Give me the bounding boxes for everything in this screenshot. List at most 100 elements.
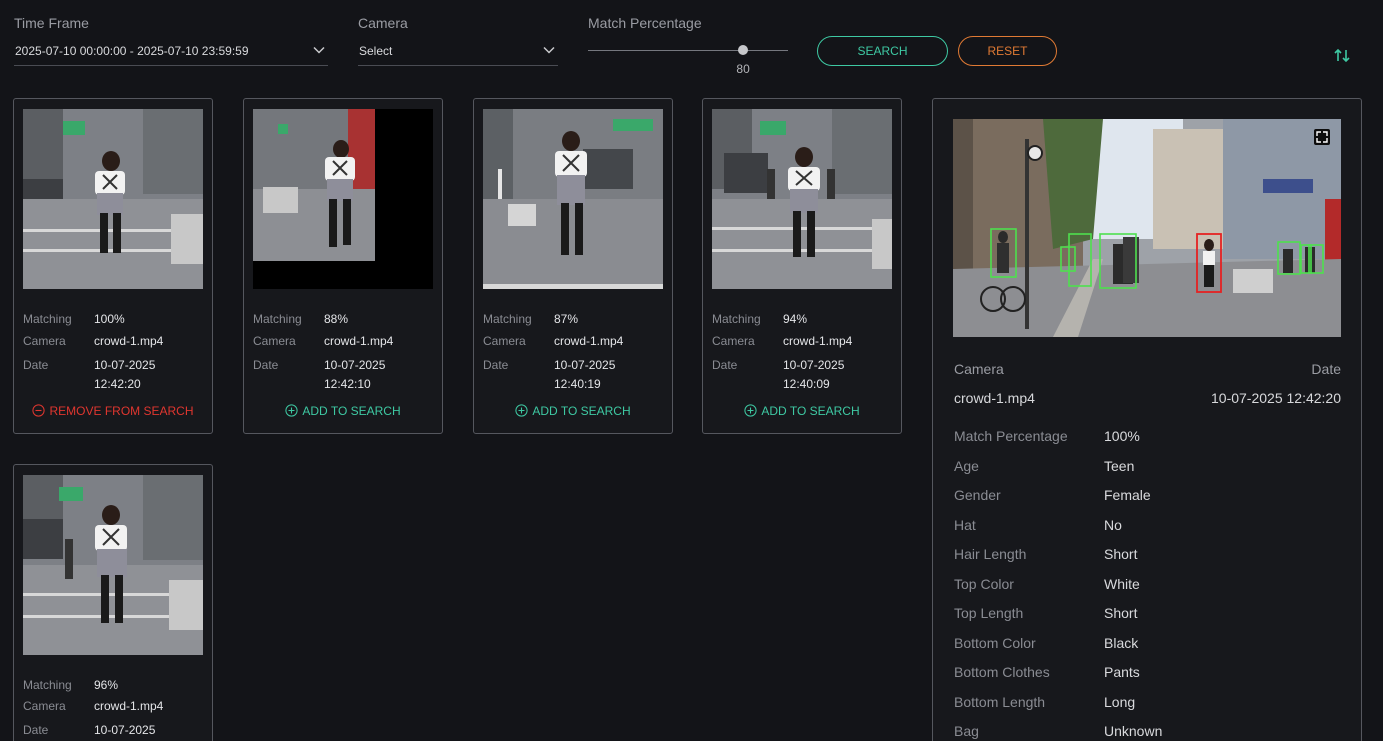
camera-select[interactable]: Select <box>358 40 558 66</box>
add-to-search-button[interactable]: ADD TO SEARCH <box>244 404 442 418</box>
attribute-label: Top Color <box>954 576 1014 592</box>
detail-date-label: Date <box>1311 361 1341 377</box>
time-value: 12:40:09 <box>783 377 830 391</box>
attribute-label: Bottom Length <box>954 694 1046 710</box>
attribute-row: Match Percentage 100% <box>954 428 1334 448</box>
attribute-value: Female <box>1104 487 1151 503</box>
result-card[interactable]: Matching 96% Camera crowd-1.mp4 Date 10-… <box>13 464 213 741</box>
result-card[interactable]: Matching 87% Camera crowd-1.mp4 Date 10-… <box>473 98 673 434</box>
attribute-value: Short <box>1104 605 1138 621</box>
attribute-value: Long <box>1104 694 1136 710</box>
camera-value: crowd-1.mp4 <box>554 334 624 348</box>
attribute-row: Bottom Clothes Pants <box>954 664 1334 684</box>
result-thumbnail[interactable] <box>483 109 663 289</box>
camera-value: crowd-1.mp4 <box>324 334 394 348</box>
match-percentage-label: Match Percentage <box>588 15 702 31</box>
attribute-row: Age Teen <box>954 458 1334 478</box>
attribute-label: Bag <box>954 723 979 739</box>
date-label: Date <box>23 723 49 737</box>
attribute-label: Bottom Color <box>954 635 1036 651</box>
date-value: 10-07-2025 <box>94 358 156 372</box>
detail-camera-value: crowd-1.mp4 <box>954 390 1035 406</box>
person-snapshot <box>483 109 663 289</box>
chevron-down-icon <box>543 46 555 54</box>
plus-circle-icon <box>285 404 298 417</box>
plus-circle-icon <box>515 404 528 417</box>
time-frame-value: 2025-07-10 00:00:00 - 2025-07-10 23:59:5… <box>15 44 249 58</box>
attribute-label: Hat <box>954 517 976 533</box>
attribute-row: Bottom Color Black <box>954 635 1334 655</box>
camera-select-value: Select <box>359 44 393 58</box>
camera-label: Camera <box>253 334 296 348</box>
attribute-value: White <box>1104 576 1140 592</box>
add-to-search-label: ADD TO SEARCH <box>761 404 860 418</box>
camera-label: Camera <box>712 334 755 348</box>
matching-label: Matching <box>483 312 532 326</box>
date-value: 10-07-2025 <box>554 358 616 372</box>
result-card[interactable]: Matching 94% Camera crowd-1.mp4 Date 10-… <box>702 98 902 434</box>
match-percentage-slider[interactable]: 80 <box>588 40 788 76</box>
result-thumbnail[interactable] <box>253 109 433 289</box>
attribute-label: Bottom Clothes <box>954 664 1050 680</box>
detail-date-value: 10-07-2025 12:42:20 <box>1211 390 1341 406</box>
remove-from-search-label: REMOVE FROM SEARCH <box>49 404 194 418</box>
attribute-row: Bag Unknown <box>954 723 1334 741</box>
result-thumbnail[interactable] <box>23 475 203 655</box>
attribute-value: Unknown <box>1104 723 1163 739</box>
matching-value: 88% <box>324 312 349 326</box>
expand-icon[interactable] <box>1314 129 1330 145</box>
matching-label: Matching <box>712 312 761 326</box>
app-root: Time Frame 2025-07-10 00:00:00 - 2025-07… <box>0 0 1383 741</box>
date-value: 10-07-2025 <box>783 358 845 372</box>
attribute-label: Age <box>954 458 979 474</box>
camera-label: Camera <box>483 334 526 348</box>
attribute-row: Bottom Length Long <box>954 694 1334 714</box>
person-snapshot <box>712 109 892 289</box>
result-card[interactable]: Matching 100% Camera crowd-1.mp4 Date 10… <box>13 98 213 434</box>
detail-frame[interactable] <box>953 119 1341 337</box>
detail-panel: Camera Date crowd-1.mp4 10-07-2025 12:42… <box>932 98 1362 741</box>
time-frame-select[interactable]: 2025-07-10 00:00:00 - 2025-07-10 23:59:5… <box>14 40 328 66</box>
attribute-label: Match Percentage <box>954 428 1068 444</box>
matching-value: 96% <box>94 678 119 692</box>
add-to-search-button[interactable]: ADD TO SEARCH <box>474 404 672 418</box>
attribute-label: Gender <box>954 487 1001 503</box>
person-snapshot <box>253 109 433 289</box>
attribute-row: Top Color White <box>954 576 1334 596</box>
add-to-search-label: ADD TO SEARCH <box>532 404 631 418</box>
result-card[interactable]: Matching 88% Camera crowd-1.mp4 Date 10-… <box>243 98 443 434</box>
camera-value: crowd-1.mp4 <box>94 699 164 713</box>
attribute-value: Pants <box>1104 664 1140 680</box>
attribute-label: Hair Length <box>954 546 1027 562</box>
reset-button[interactable]: RESET <box>958 36 1057 66</box>
slider-value: 80 <box>736 62 750 76</box>
date-value: 10-07-2025 <box>94 723 156 737</box>
add-to-search-button[interactable]: ADD TO SEARCH <box>703 404 901 418</box>
slider-track[interactable] <box>588 50 788 51</box>
person-snapshot <box>23 475 203 655</box>
result-thumbnail[interactable] <box>712 109 892 289</box>
matching-value: 87% <box>554 312 579 326</box>
camera-value: crowd-1.mp4 <box>94 334 164 348</box>
attribute-value: Teen <box>1104 458 1135 474</box>
slider-thumb[interactable] <box>738 45 749 55</box>
result-thumbnail[interactable] <box>23 109 203 289</box>
attribute-value: Black <box>1104 635 1139 651</box>
matching-value: 94% <box>783 312 808 326</box>
time-frame-label: Time Frame <box>14 15 89 31</box>
date-label: Date <box>483 358 509 372</box>
matching-label: Matching <box>23 312 72 326</box>
date-label: Date <box>712 358 738 372</box>
search-button[interactable]: SEARCH <box>817 36 948 66</box>
person-snapshot <box>23 109 203 289</box>
attribute-label: Top Length <box>954 605 1024 621</box>
attribute-value: 100% <box>1104 428 1140 444</box>
sort-arrows-icon[interactable] <box>1332 46 1352 66</box>
camera-value: crowd-1.mp4 <box>783 334 853 348</box>
street-scene <box>953 119 1341 337</box>
time-value: 12:42:10 <box>324 377 371 391</box>
remove-from-search-button[interactable]: REMOVE FROM SEARCH <box>14 404 212 418</box>
attribute-value: Short <box>1104 546 1138 562</box>
attribute-value: No <box>1104 517 1122 533</box>
add-to-search-label: ADD TO SEARCH <box>302 404 401 418</box>
